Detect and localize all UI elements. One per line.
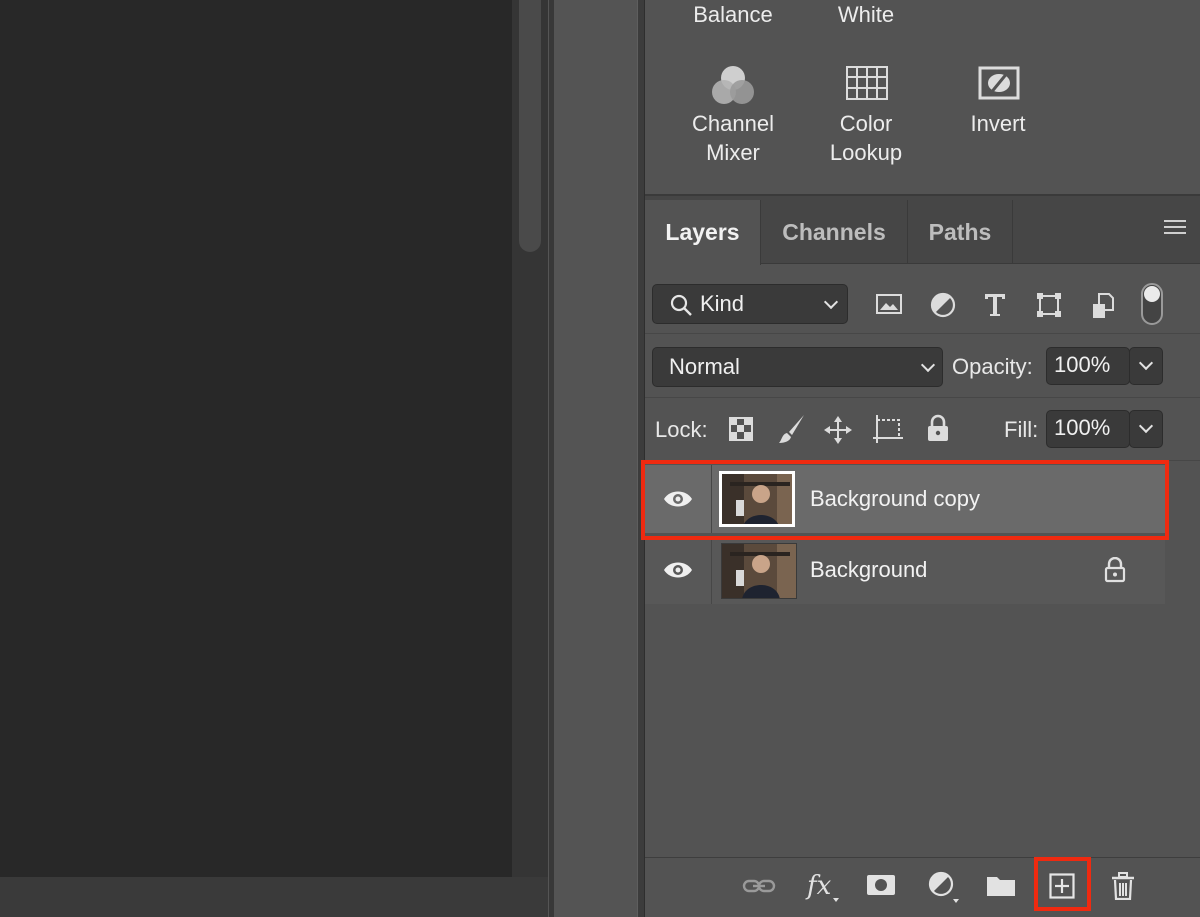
fill-slider-toggle[interactable] [1129, 410, 1163, 448]
type-layer-filter-icon[interactable] [983, 292, 1007, 318]
canvas-horizontal-scrollbar[interactable] [0, 877, 548, 917]
channel-mixer-icon[interactable] [711, 64, 755, 106]
panel-tab-bar: Layers Channels Paths [645, 196, 1200, 265]
layer-effects-icon[interactable]: fx [805, 870, 843, 904]
lock-transparent-pixels-icon[interactable] [729, 417, 753, 441]
layer-name[interactable]: Background [810, 557, 927, 583]
panel-divider[interactable] [637, 0, 645, 917]
toggle-knob [1144, 286, 1160, 302]
fill-input[interactable]: 100% [1046, 410, 1130, 448]
row-separator [645, 397, 1200, 398]
adjustments-panel: Balance White Channel Mixer Color Lookup [645, 0, 1200, 195]
lock-artboard-icon[interactable] [872, 413, 904, 445]
color-lookup-icon[interactable] [846, 66, 888, 100]
adjustment-layer-icon[interactable] [928, 871, 960, 903]
invert-icon[interactable] [978, 66, 1020, 100]
opacity-label: Opacity: [952, 354, 1033, 379]
row-separator [645, 333, 1200, 334]
adjustment-label-line: Invert [970, 111, 1026, 136]
lock-label: Lock: [655, 417, 708, 442]
panel-menu-icon[interactable] [1164, 220, 1186, 238]
adjustment-invert[interactable]: Invert [928, 109, 1068, 138]
add-layer-mask-icon[interactable] [866, 874, 896, 896]
adjustment-label-line: Channel [692, 111, 774, 136]
chevron-down-icon [920, 357, 936, 373]
new-group-icon[interactable] [986, 873, 1016, 897]
opacity-slider-toggle[interactable] [1129, 347, 1163, 385]
filter-toggle-switch[interactable] [1141, 283, 1163, 325]
filter-kind-label: Kind [700, 291, 745, 316]
adjustment-label-line: Mixer [706, 140, 760, 165]
layer-thumbnail[interactable] [721, 543, 797, 599]
highlight-selected-layer [641, 460, 1169, 540]
right-panel-dock: Balance White Channel Mixer Color Lookup [641, 0, 1200, 917]
lock-image-pixels-icon[interactable] [777, 413, 807, 445]
chevron-down-icon [1138, 418, 1154, 434]
lock-position-icon[interactable] [823, 415, 853, 445]
panel-gutter [554, 0, 640, 917]
adjustment-label-line: Color [839, 111, 893, 136]
lock-all-icon[interactable] [926, 414, 950, 442]
link-layers-icon[interactable] [742, 876, 776, 896]
adjustment-label-balance[interactable]: Balance [663, 0, 803, 29]
opacity-input[interactable]: 100% [1046, 347, 1130, 385]
portrait-thumbnail-image [722, 544, 796, 598]
tab-layers[interactable]: Layers [645, 200, 761, 265]
shape-layer-filter-icon[interactable] [1036, 292, 1062, 318]
fill-label: Fill: [1004, 417, 1039, 442]
blend-mode-value: Normal [669, 354, 740, 379]
tab-paths[interactable]: Paths [908, 200, 1013, 264]
layer-row-background[interactable]: Background [645, 536, 1165, 604]
pixel-layer-filter-icon[interactable] [875, 292, 903, 316]
adjustment-label-white[interactable]: White [796, 0, 936, 29]
layers-bottom-toolbar: fx [645, 857, 1200, 917]
delete-layer-icon[interactable] [1111, 872, 1135, 900]
adjustment-channel-mixer[interactable]: Channel Mixer [663, 109, 803, 167]
blend-mode-dropdown[interactable]: Normal [652, 347, 943, 387]
chevron-down-icon [823, 294, 839, 310]
smart-object-filter-icon[interactable] [1091, 292, 1115, 320]
document-canvas[interactable] [0, 0, 512, 877]
adjustment-color-lookup[interactable]: Color Lookup [796, 109, 936, 167]
svg-text:fx: fx [805, 871, 832, 901]
chevron-down-icon [1138, 355, 1154, 371]
eye-icon [664, 562, 692, 578]
scrollbar-thumb[interactable] [519, 0, 541, 252]
highlight-new-layer-button [1034, 857, 1091, 911]
layer-visibility-toggle[interactable] [645, 536, 712, 604]
layer-filter-kind-dropdown[interactable]: Kind [652, 284, 848, 324]
search-icon [670, 294, 692, 316]
tab-channels[interactable]: Channels [761, 200, 908, 264]
layer-locked-icon[interactable] [1104, 557, 1126, 583]
adjustment-label-line: Lookup [829, 140, 903, 165]
adjustment-layer-filter-icon[interactable] [930, 292, 956, 318]
